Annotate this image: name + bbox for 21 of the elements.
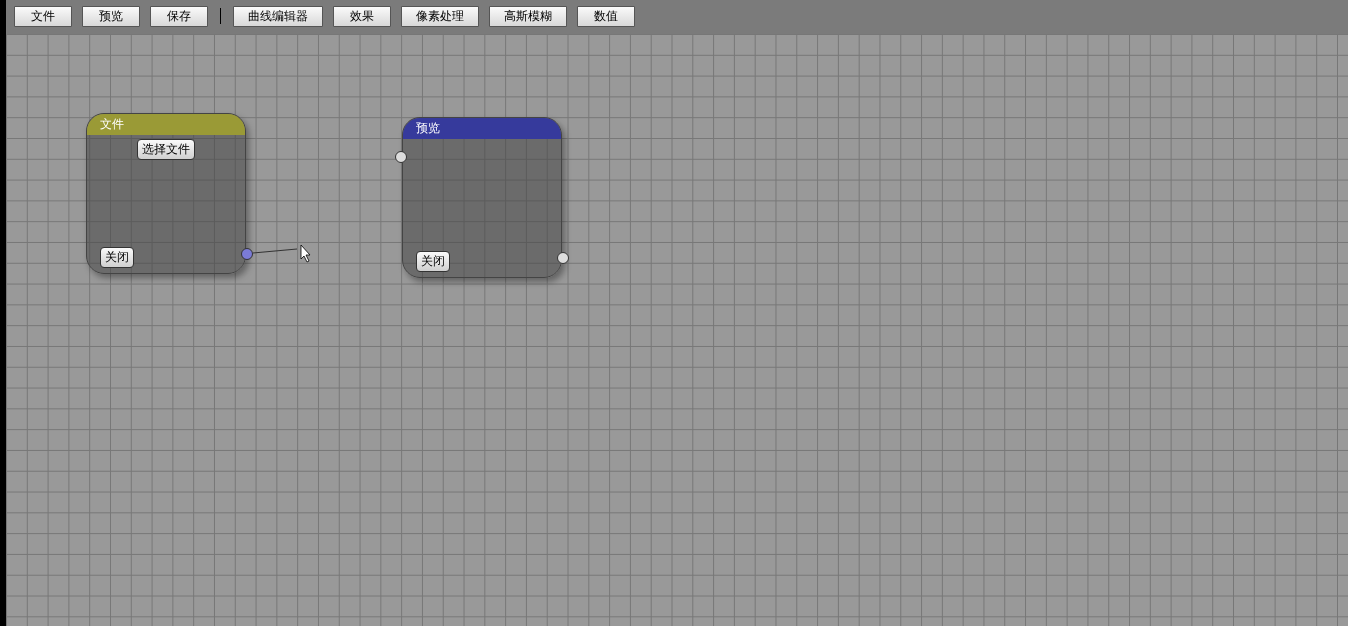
- pointer-icon: [300, 244, 311, 263]
- toolbar-button[interactable]: 保存: [150, 5, 208, 27]
- toolbar-button[interactable]: 效果: [333, 5, 391, 27]
- toolbar-button[interactable]: 数值: [577, 5, 635, 27]
- node-header[interactable]: 预览: [403, 118, 561, 139]
- node-panel[interactable]: 文件 选择文件 关闭: [86, 113, 246, 274]
- toolbar-button[interactable]: 曲线编辑器: [233, 5, 323, 27]
- toolbar-button[interactable]: 像素处理: [401, 5, 479, 27]
- toolbar-button[interactable]: 文件: [14, 5, 72, 27]
- output-port[interactable]: [241, 248, 253, 260]
- node-title: 文件: [100, 116, 124, 133]
- node-title: 预览: [416, 120, 440, 137]
- toolbar-button[interactable]: 预览: [82, 5, 140, 27]
- choose-file-button[interactable]: 选择文件: [137, 139, 195, 160]
- close-button[interactable]: 关闭: [416, 251, 450, 272]
- node-panel[interactable]: 预览 关闭: [402, 117, 562, 278]
- input-port[interactable]: [395, 151, 407, 163]
- output-port[interactable]: [557, 252, 569, 264]
- connector-line: [252, 248, 298, 254]
- close-button[interactable]: 关闭: [100, 247, 134, 268]
- toolbar-button[interactable]: 高斯模糊: [489, 5, 567, 27]
